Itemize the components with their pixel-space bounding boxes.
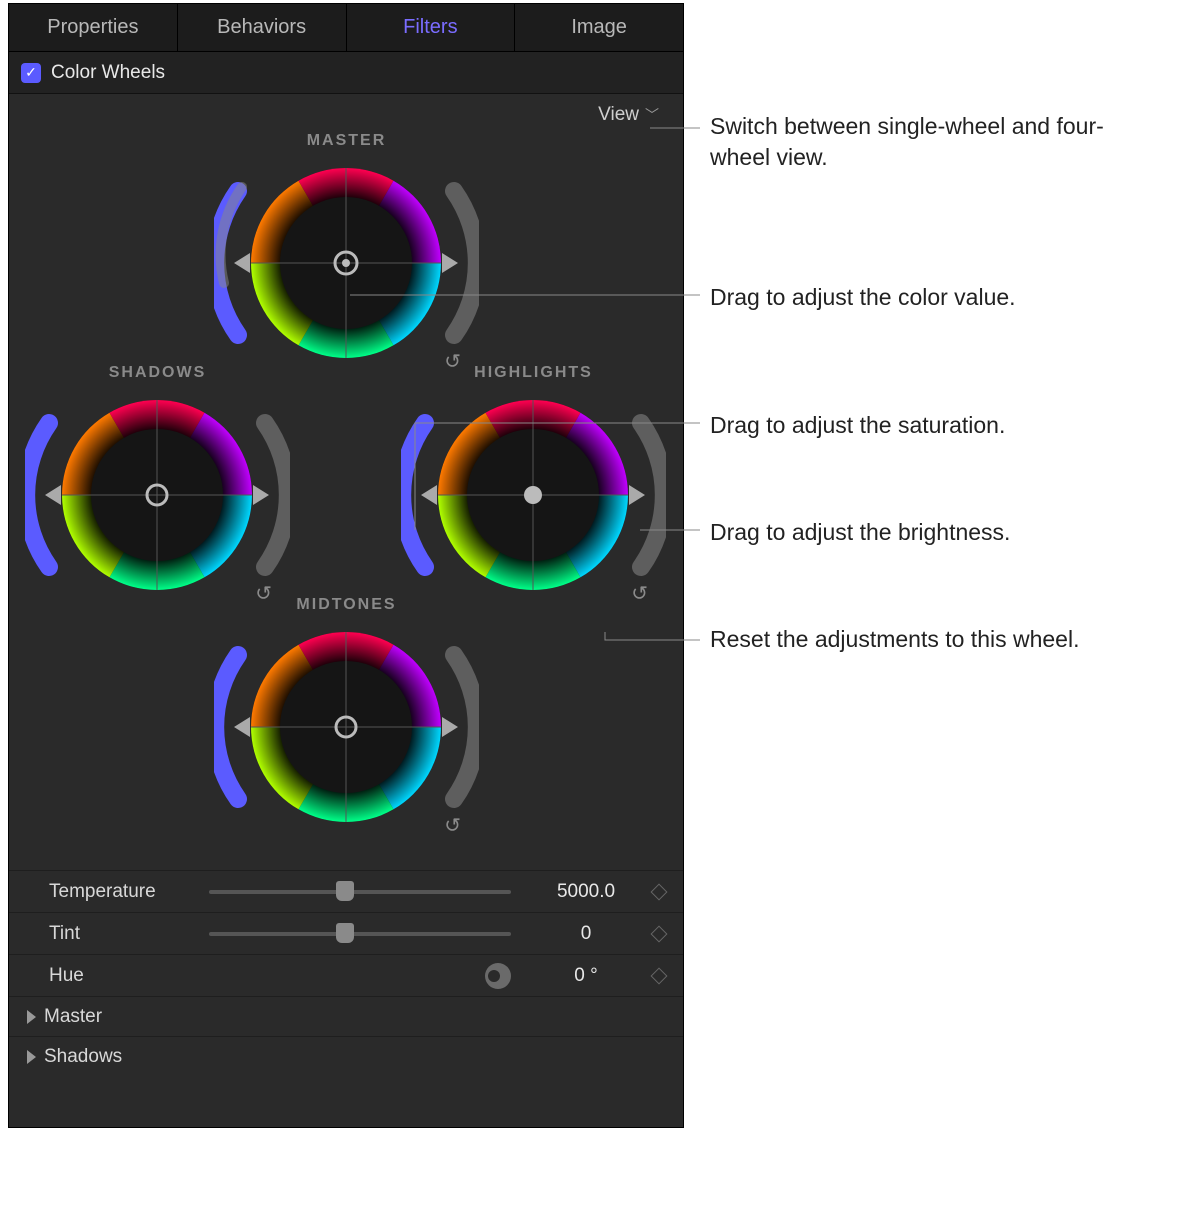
callout-saturation: Drag to adjust the saturation. [710, 410, 1005, 441]
callout-reset: Reset the adjustments to this wheel. [710, 624, 1130, 655]
callout-color-value: Drag to adjust the color value. [710, 282, 1016, 313]
callout-view: Switch between single-wheel and four-whe… [710, 111, 1140, 173]
callout-brightness: Drag to adjust the brightness. [710, 517, 1010, 548]
